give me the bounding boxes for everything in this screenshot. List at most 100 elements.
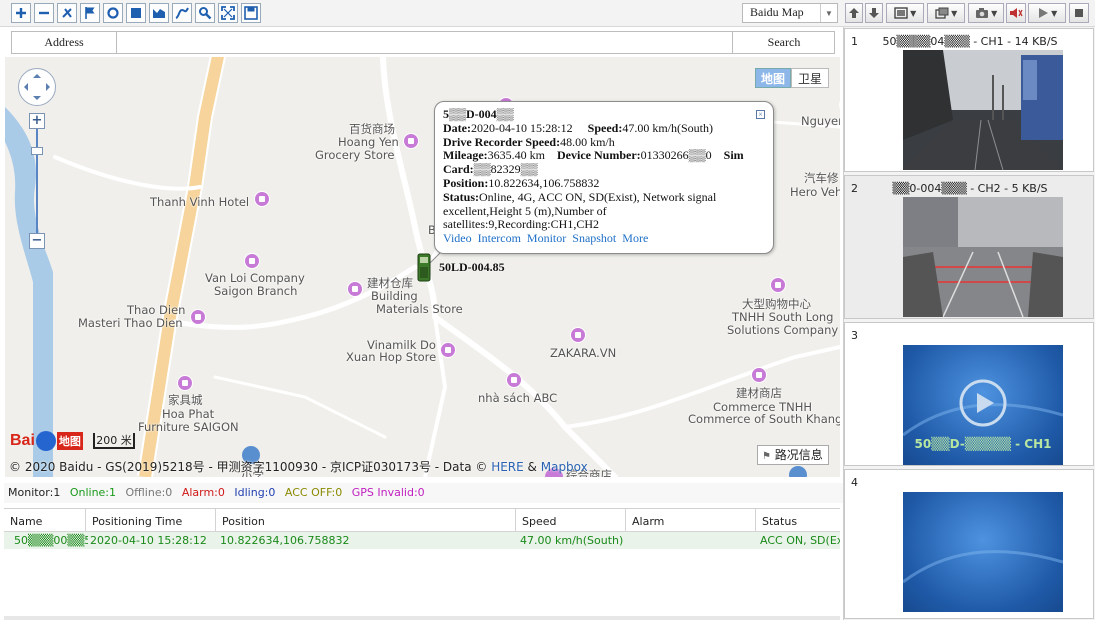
- online-count[interactable]: Online:1: [70, 486, 116, 499]
- map-zoom-in-button[interactable]: +: [29, 113, 45, 129]
- monitor-count[interactable]: Monitor:1: [8, 486, 60, 499]
- close-icon[interactable]: ×: [756, 110, 765, 119]
- map-toolbar: Baidu Map ▼: [0, 0, 842, 27]
- popup-device-label: Device Number:: [557, 148, 641, 163]
- video-cell-3[interactable]: 3 50▒▒D-▒▒▒▒▒ - CH1: [844, 322, 1094, 466]
- video-cell-title: ▒▒0-004▒▒▒ - CH2 - 5 KB/S: [892, 182, 1048, 195]
- popup-link-snapshot[interactable]: Snapshot: [572, 231, 616, 245]
- mapbox-link[interactable]: Mapbox: [541, 460, 588, 474]
- poi-pin[interactable]: [190, 309, 206, 325]
- column-header-name[interactable]: Name: [4, 509, 86, 532]
- video-frame-ch1-idle[interactable]: 50▒▒D-▒▒▒▒▒ - CH1: [903, 345, 1063, 465]
- video-cell-2[interactable]: 2 ▒▒0-004▒▒▒ - CH2 - 5 KB/S: [844, 175, 1094, 319]
- poi-pin[interactable]: [506, 372, 522, 388]
- column-header-status[interactable]: Status: [756, 509, 840, 532]
- rectangle-tool-button[interactable]: [126, 3, 146, 23]
- address-input[interactable]: [117, 32, 731, 53]
- screen-size-dropdown[interactable]: ▼: [886, 3, 924, 23]
- popup-drs-label: Drive Recorder Speed:: [443, 134, 561, 149]
- zoom-slider[interactable]: + −: [29, 113, 47, 249]
- poi-label: ZAKARA.VN: [550, 346, 617, 360]
- here-link[interactable]: HERE: [491, 460, 524, 474]
- video-cell-4[interactable]: 4: [844, 469, 1094, 619]
- popup-link-intercom[interactable]: Intercom: [478, 231, 521, 245]
- idling-count[interactable]: Idling:0: [234, 486, 275, 499]
- column-header-positioning-time[interactable]: Positioning Time: [86, 509, 216, 532]
- popup-plate: 5▒▒D-004▒▒: [443, 107, 514, 121]
- circle-icon: [107, 7, 119, 19]
- save-button[interactable]: [241, 3, 261, 23]
- map-copyright: © 2020 Baidu - GS(2019)5218号 - 甲测资字11009…: [9, 458, 588, 475]
- snapshot-dropdown[interactable]: ▼: [968, 3, 1004, 23]
- poi-pin[interactable]: [347, 281, 363, 297]
- poi-pin[interactable]: [177, 375, 193, 391]
- poi-pin[interactable]: [244, 253, 260, 269]
- cell-speed: 47.00 km/h(South): [520, 534, 624, 547]
- zoom-knob[interactable]: [31, 147, 43, 155]
- play-icon[interactable]: [974, 392, 996, 414]
- gps-invalid-count[interactable]: GPS Invalid:0: [352, 486, 425, 499]
- traffic-info-button[interactable]: ⚑ 路况信息: [757, 445, 829, 465]
- offline-count[interactable]: Offline:0: [126, 486, 173, 499]
- video-cell-1[interactable]: 1 50▒▒▒▒04▒▒▒ - CH1 - 14 KB/S: [844, 28, 1094, 172]
- move-up-button[interactable]: [845, 3, 863, 23]
- polyline-tool-button[interactable]: [172, 3, 192, 23]
- poi-pin[interactable]: [570, 327, 586, 343]
- cell-alarm: [624, 533, 754, 549]
- mute-button[interactable]: [1006, 3, 1026, 23]
- poi-pin[interactable]: [751, 367, 767, 383]
- popup-device: 01330266▒▒0: [640, 148, 712, 163]
- video-frame-ch1[interactable]: [903, 50, 1063, 170]
- alarm-count[interactable]: Alarm:0: [182, 486, 225, 499]
- popup-link-monitor[interactable]: Monitor: [527, 231, 566, 245]
- layout-dropdown[interactable]: ▼: [927, 3, 965, 23]
- map-view[interactable]: + − 地图 卫星 百货商场 Hoang Yen Grocery Store T…: [5, 57, 840, 477]
- poi-pin[interactable]: [403, 133, 419, 149]
- column-header-alarm[interactable]: Alarm: [626, 509, 756, 532]
- poi-label: Thanh Vinh Hotel: [150, 195, 250, 209]
- circle-tool-button[interactable]: [103, 3, 123, 23]
- map-zoom-out-button[interactable]: −: [29, 233, 45, 249]
- popup-date-label: Date:: [443, 120, 471, 135]
- video-frame-ch2[interactable]: [903, 197, 1063, 317]
- flag-button[interactable]: [80, 3, 100, 23]
- video-frame-idle[interactable]: [903, 492, 1063, 612]
- poi-pin[interactable]: [254, 191, 270, 207]
- pan-control[interactable]: [18, 68, 56, 106]
- maptype-satellite-button[interactable]: 卫星: [791, 68, 829, 88]
- poi-label: nhà sách ABC: [478, 391, 558, 405]
- map-type-select[interactable]: Baidu Map ▼: [742, 3, 838, 23]
- poi-label: Nguyen: [801, 114, 840, 128]
- polygon-tool-button[interactable]: [149, 3, 169, 23]
- stop-button[interactable]: [1069, 3, 1089, 23]
- zoom-in-button[interactable]: [11, 3, 31, 23]
- play-dropdown[interactable]: ▼: [1028, 3, 1066, 23]
- search-button[interactable]: Search: [732, 32, 835, 53]
- popup-link-more[interactable]: More: [622, 231, 648, 245]
- popup-link-video[interactable]: Video: [443, 231, 472, 245]
- hand-icon: [62, 8, 72, 18]
- pan-button[interactable]: [57, 3, 77, 23]
- chevron-down-icon: ▼: [820, 4, 837, 22]
- vehicle-marker-icon[interactable]: [416, 253, 432, 283]
- vehicle-label: 50LD-004.85: [439, 260, 505, 274]
- poi-pin[interactable]: [440, 342, 456, 358]
- baidu-logo: Bai 地图: [10, 429, 83, 453]
- popup-status: Online, 4G, ACC ON, SD(Exist), Network s…: [443, 189, 717, 232]
- fullscreen-button[interactable]: [218, 3, 238, 23]
- column-header-speed[interactable]: Speed: [516, 509, 626, 532]
- column-header-position[interactable]: Position: [216, 509, 516, 532]
- stop-icon: [1075, 9, 1083, 17]
- zoom-track[interactable]: [36, 129, 38, 233]
- poi-pin[interactable]: [770, 277, 786, 293]
- map-scale: 200 米: [93, 433, 135, 449]
- play-icon: [1038, 8, 1048, 18]
- move-down-button[interactable]: [865, 3, 883, 23]
- zoom-out-button[interactable]: [34, 3, 54, 23]
- vehicle-table: Name Positioning Time Position Speed Ala…: [4, 508, 840, 621]
- maptype-map-button[interactable]: 地图: [755, 68, 791, 88]
- acc-off-count[interactable]: ACC OFF:0: [285, 486, 342, 499]
- polygon-icon: [153, 9, 165, 18]
- save-icon: [244, 6, 258, 20]
- search-tool-button[interactable]: [195, 3, 215, 23]
